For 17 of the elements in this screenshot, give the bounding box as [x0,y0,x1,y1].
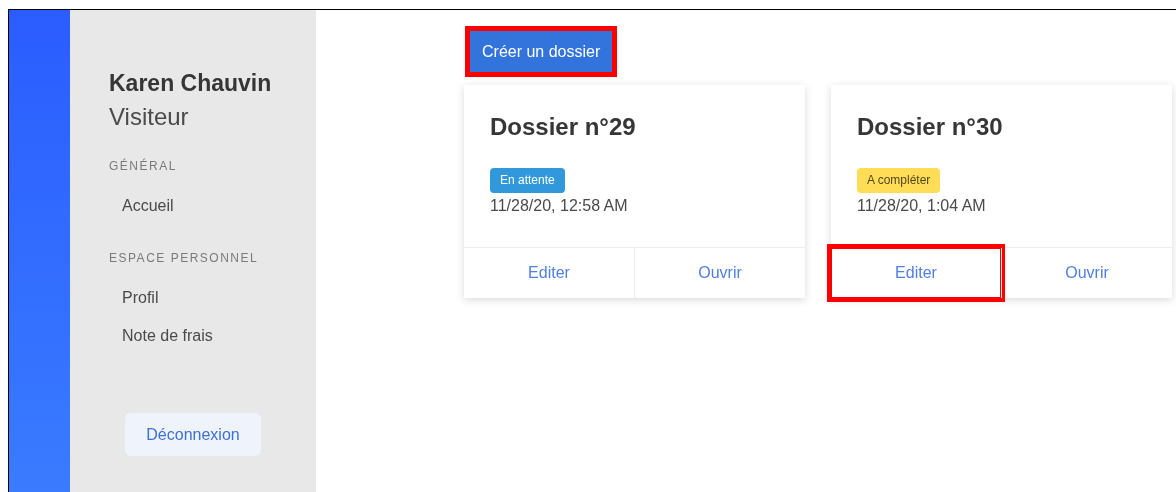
card-title: Dossier n°30 [857,112,1003,142]
menu-item[interactable]: Note de frais [122,317,213,355]
edit-link[interactable]: Editer [464,248,634,298]
menu-item[interactable]: Accueil [122,187,174,225]
open-link[interactable]: Ouvrir [1001,248,1172,298]
status-tag: A compléter [857,168,941,193]
user-role: Visiteur [109,102,190,132]
card-title: Dossier n°29 [490,112,636,142]
menu-heading: ESPACE PERSONNEL [109,250,260,267]
status-tag: En attente [490,168,565,193]
date-text: 11/28/20, 12:58 AM [490,196,628,216]
logout-button[interactable]: Déconnexion [125,413,261,456]
open-link[interactable]: Ouvrir [634,248,805,298]
menu-item[interactable]: Profil [122,279,159,317]
menu-heading: GÉNÉRAL [109,157,178,175]
user-name: Karen Chauvin [109,69,273,98]
date-text: 11/28/20, 1:04 AM [857,196,986,216]
